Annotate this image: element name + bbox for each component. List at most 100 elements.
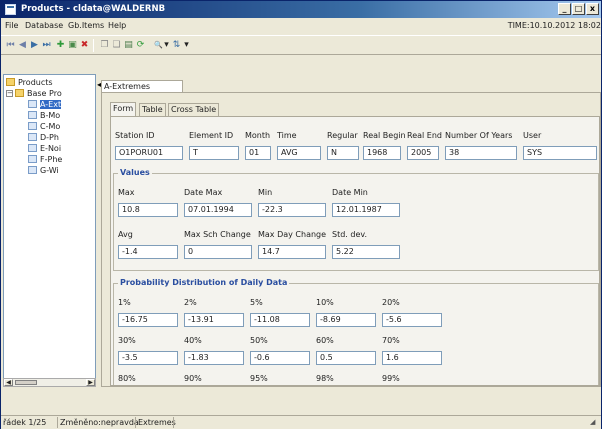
document-area: Form Table Cross Table Station ID Elemen… [101, 92, 601, 387]
p60-field[interactable]: 0.5 [316, 351, 376, 365]
label-p20: 20% [382, 298, 400, 307]
station-id-field[interactable]: O1PORU01 [115, 146, 183, 160]
resize-grip-icon[interactable]: ◢ [590, 418, 599, 427]
first-record-icon[interactable]: ⏮ [5, 40, 16, 51]
label-p30: 30% [118, 336, 136, 345]
tree-item-e[interactable]: E-Noi [28, 143, 61, 154]
label-std-dev: Std. dev. [332, 230, 368, 239]
status-divider [173, 417, 174, 428]
real-end-field[interactable]: 2005 [407, 146, 439, 160]
menu-database[interactable]: Database [25, 21, 63, 30]
tab-table[interactable]: Table [139, 103, 166, 116]
menu-gb-items[interactable]: Gb.Items [68, 21, 104, 30]
tab-form[interactable]: Form [110, 102, 137, 116]
element-id-field[interactable]: T [189, 146, 239, 160]
navigation-tree: Products − Base Pro A-Ext B-Mo C-Mo D-Ph… [3, 74, 96, 387]
status-changed: Změněno:nepravda [60, 418, 139, 427]
label-real-end: Real End [407, 131, 442, 140]
regular-field[interactable]: N [327, 146, 359, 160]
p50-field[interactable]: -0.6 [250, 351, 310, 365]
real-begin-field[interactable]: 1968 [363, 146, 401, 160]
p1-field[interactable]: -16.75 [118, 313, 178, 327]
label-date-min: Date Min [332, 188, 368, 197]
p5-field[interactable]: -11.08 [250, 313, 310, 327]
tree-root-products[interactable]: Products [6, 77, 53, 88]
p40-field[interactable]: -1.83 [184, 351, 244, 365]
maximize-button[interactable]: □ [572, 3, 585, 15]
p30-field[interactable]: -3.5 [118, 351, 178, 365]
p2-field[interactable]: -13.91 [184, 313, 244, 327]
label-max-day-change: Max Day Change [258, 230, 327, 239]
tree-item-g[interactable]: G-Wi [28, 165, 59, 176]
user-field[interactable]: SYS [523, 146, 597, 160]
tree-node-base-products[interactable]: Base Pro [15, 88, 62, 99]
label-p2: 2% [184, 298, 197, 307]
status-divider [57, 417, 58, 428]
scroll-right-icon[interactable]: ▶ [86, 379, 95, 386]
tree-horizontal-scrollbar[interactable]: ◀ ▶ [3, 378, 96, 387]
scroll-thumb[interactable] [15, 380, 37, 385]
table-icon [28, 133, 37, 141]
p20-field[interactable]: -5.6 [382, 313, 442, 327]
save-record-icon[interactable]: ▣ [67, 40, 78, 51]
date-min-field[interactable]: 12.01.1987 [332, 203, 400, 217]
toolbar: ⏮ ◀ ▶ ⏭ ✚ ▣ ✖ ❐ ❑ ▤ ⟳ 🔍 ▾ ⇅ ▾ [1, 35, 601, 55]
tree-item-a-extremes[interactable]: A-Ext [28, 99, 62, 110]
menu-help[interactable]: Help [108, 21, 126, 30]
max-sch-change-field[interactable]: 0 [184, 245, 252, 259]
p70-field[interactable]: 1.6 [382, 351, 442, 365]
delete-record-icon[interactable]: ✖ [79, 40, 90, 51]
probability-distribution-group: Probability Distribution of Daily Data 1… [113, 278, 599, 385]
number-of-years-field[interactable]: 38 [445, 146, 517, 160]
label-p60: 60% [316, 336, 334, 345]
p10-field[interactable]: -8.69 [316, 313, 376, 327]
copy-icon[interactable]: ❐ [99, 40, 110, 51]
sort-dropdown-icon[interactable]: ▾ [183, 40, 190, 51]
label-p1: 1% [118, 298, 131, 307]
min-field[interactable]: -22.3 [258, 203, 326, 217]
std-dev-field[interactable]: 5.22 [332, 245, 400, 259]
close-button[interactable]: x [586, 3, 599, 15]
sort-icon[interactable]: ⇅ [171, 40, 182, 51]
print-icon[interactable]: ▤ [123, 40, 134, 51]
next-record-icon[interactable]: ▶ [29, 40, 40, 51]
status-divider [135, 417, 136, 428]
tab-cross-table[interactable]: Cross Table [168, 103, 220, 116]
collapse-icon[interactable]: − [6, 90, 13, 97]
table-icon [28, 100, 37, 108]
max-day-change-field[interactable]: 14.7 [258, 245, 326, 259]
label-p50: 50% [250, 336, 268, 345]
label-month: Month [245, 131, 271, 140]
filter-dropdown-icon[interactable]: ▾ [163, 40, 170, 51]
title-bar[interactable]: Products - cldata@WALDERNB _ □ x [1, 1, 601, 18]
avg-field[interactable]: -1.4 [118, 245, 178, 259]
minimize-button[interactable]: _ [558, 3, 571, 15]
label-p5: 5% [250, 298, 263, 307]
values-group-title: Values [118, 168, 152, 177]
label-p95: 95% [250, 374, 268, 383]
add-record-icon[interactable]: ✚ [55, 40, 66, 51]
time-field[interactable]: AVG [277, 146, 321, 160]
label-station-id: Station ID [115, 131, 155, 140]
tree-item-b[interactable]: B-Mo [28, 110, 60, 121]
max-field[interactable]: 10.8 [118, 203, 178, 217]
status-bar: řádek 1/25 Změněno:nepravda Extremes ◢ [1, 415, 601, 429]
probability-group-title: Probability Distribution of Daily Data [118, 278, 290, 287]
refresh-icon[interactable]: ⟳ [135, 40, 146, 51]
last-record-icon[interactable]: ⏭ [41, 40, 52, 51]
paste-icon[interactable]: ❑ [111, 40, 122, 51]
label-number-of-years: Number Of Years [445, 131, 513, 140]
month-field[interactable]: 01 [245, 146, 271, 160]
scroll-left-icon[interactable]: ◀ [4, 379, 13, 386]
prev-record-icon[interactable]: ◀ [17, 40, 28, 51]
app-window: Products - cldata@WALDERNB _ □ x File Da… [0, 0, 602, 429]
tree-item-f[interactable]: F-Phe [28, 154, 62, 165]
label-date-max: Date Max [184, 188, 223, 197]
window-title: Products - cldata@WALDERNB [21, 4, 166, 14]
tree-item-d[interactable]: D-Ph [28, 132, 59, 143]
menu-bar: File Database Gb.Items Help TIME:10.10.2… [1, 19, 601, 34]
tree-item-c[interactable]: C-Mo [28, 121, 60, 132]
date-max-field[interactable]: 07.01.1994 [184, 203, 252, 217]
app-icon [5, 4, 16, 15]
menu-file[interactable]: File [5, 21, 18, 30]
